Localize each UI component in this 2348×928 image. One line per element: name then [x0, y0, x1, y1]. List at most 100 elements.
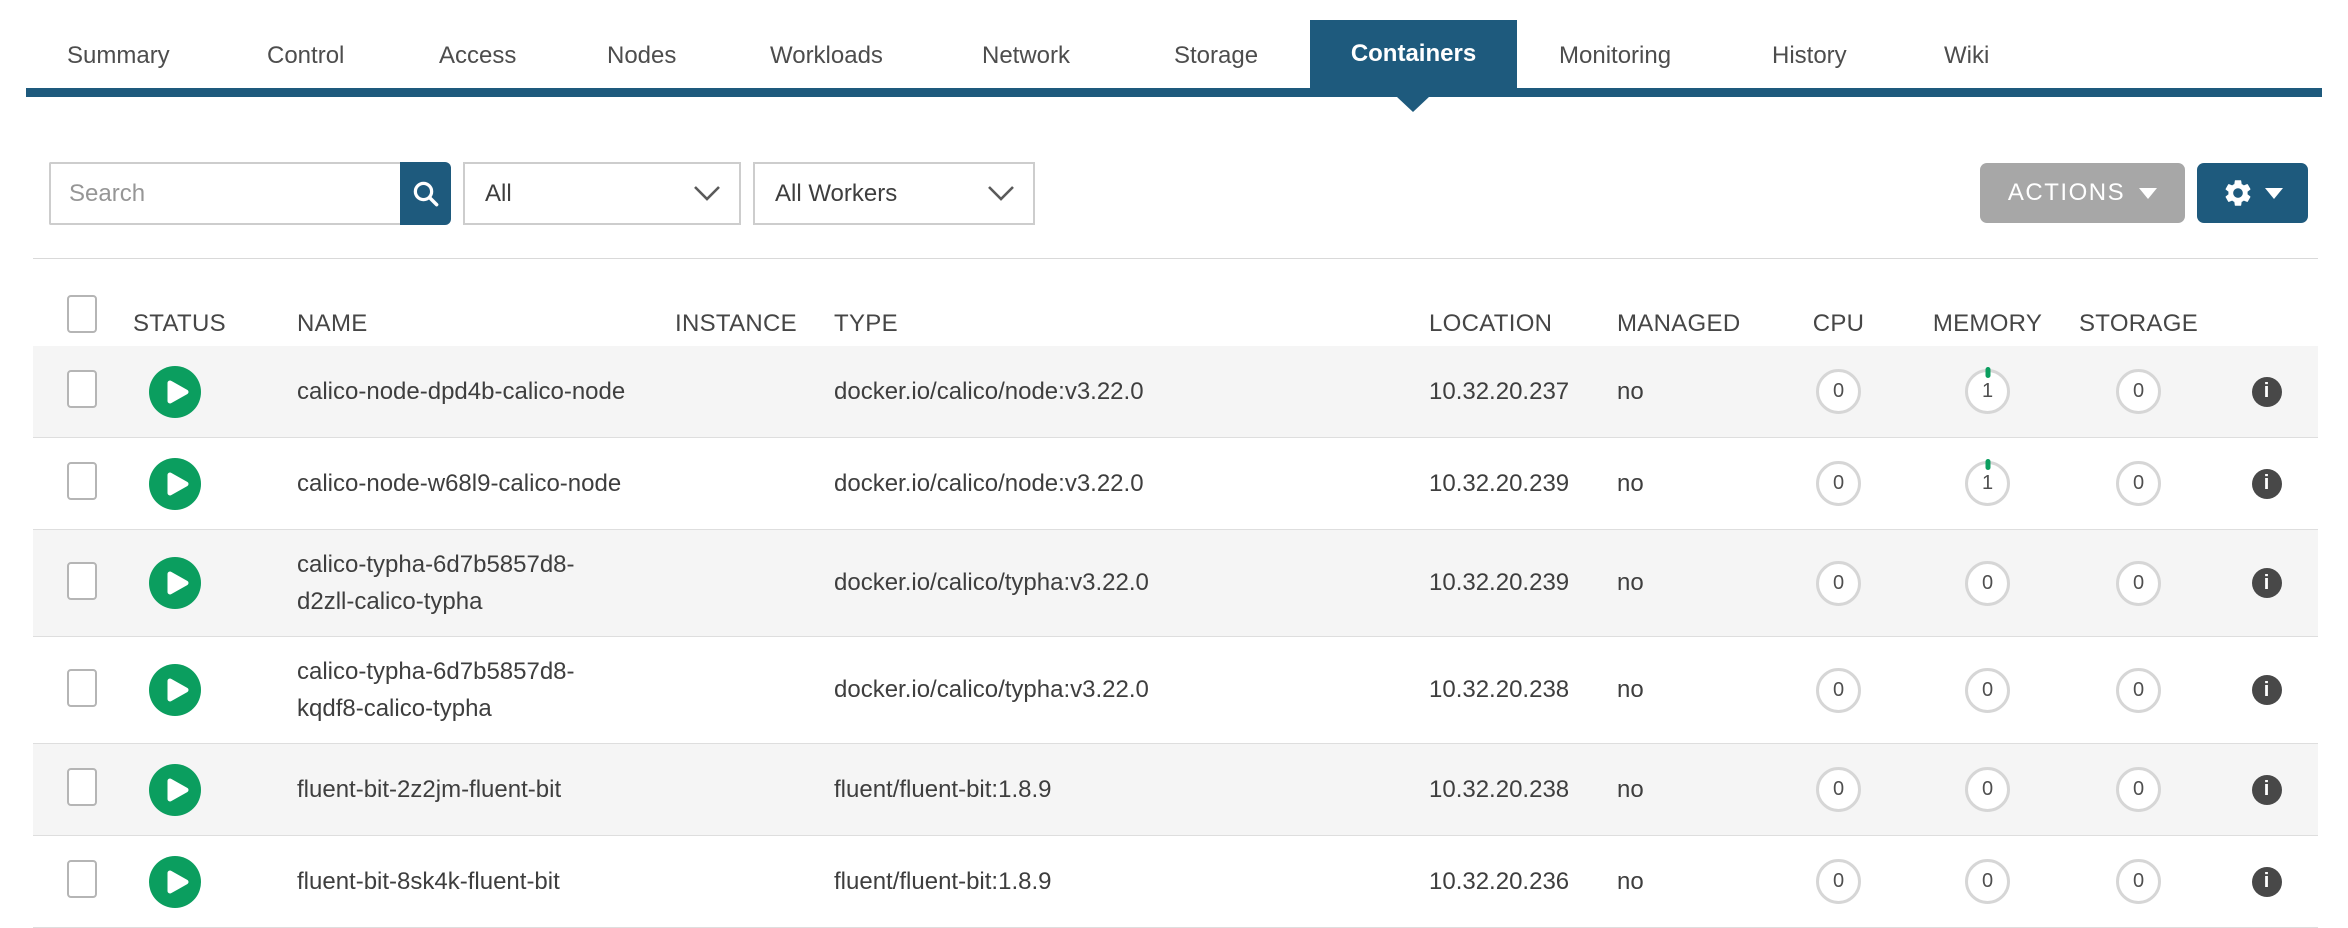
- status-running-icon[interactable]: [149, 458, 201, 510]
- info-icon[interactable]: i: [2252, 377, 2282, 407]
- cpu-badge[interactable]: 0: [1816, 369, 1861, 414]
- cpu-badge[interactable]: 0: [1816, 767, 1861, 812]
- container-managed: no: [1584, 378, 1764, 406]
- actions-button[interactable]: ACTIONS: [1980, 163, 2185, 223]
- settings-button[interactable]: [2197, 163, 2308, 223]
- row-checkbox[interactable]: [67, 860, 97, 898]
- status-running-icon[interactable]: [149, 764, 201, 816]
- container-location: 10.32.20.238: [1396, 776, 1584, 804]
- status-running-icon[interactable]: [149, 856, 201, 908]
- containers-table: STATUS NAME INSTANCE TYPE LOCATION MANAG…: [33, 258, 2318, 928]
- table-row: calico-typha-6d7b5857d8-kqdf8-calico-typ…: [33, 637, 2318, 744]
- info-icon[interactable]: i: [2252, 568, 2282, 598]
- header-managed: MANAGED: [1584, 310, 1764, 346]
- storage-badge[interactable]: 0: [2116, 859, 2161, 904]
- table-header-row: STATUS NAME INSTANCE TYPE LOCATION MANAG…: [33, 259, 2318, 346]
- container-location: 10.32.20.238: [1396, 676, 1584, 704]
- container-type: docker.io/calico/typha:v3.22.0: [801, 569, 1396, 597]
- row-checkbox[interactable]: [67, 669, 97, 707]
- storage-badge[interactable]: 0: [2116, 668, 2161, 713]
- cpu-badge[interactable]: 0: [1816, 859, 1861, 904]
- container-managed: no: [1584, 676, 1764, 704]
- header-memory: MEMORY: [1933, 310, 2042, 346]
- container-type: fluent/fluent-bit:1.8.9: [801, 868, 1396, 896]
- tab-access[interactable]: Access: [439, 42, 516, 70]
- cpu-badge[interactable]: 0: [1816, 461, 1861, 506]
- active-tab-caret: [1396, 96, 1430, 112]
- tab-network[interactable]: Network: [982, 42, 1070, 70]
- storage-badge[interactable]: 0: [2116, 369, 2161, 414]
- filter-type-value: All: [485, 180, 512, 208]
- row-checkbox[interactable]: [67, 462, 97, 500]
- tab-containers-label: Containers: [1351, 40, 1476, 68]
- info-icon[interactable]: i: [2252, 469, 2282, 499]
- cpu-badge[interactable]: 0: [1816, 668, 1861, 713]
- container-name-link[interactable]: fluent-bit-8sk4k-fluent-bit: [297, 847, 560, 916]
- header-cpu: CPU: [1813, 310, 1865, 346]
- tab-storage[interactable]: Storage: [1174, 42, 1258, 70]
- table-row: calico-node-dpd4b-calico-node docker.io/…: [33, 346, 2318, 438]
- status-running-icon[interactable]: [149, 664, 201, 716]
- row-checkbox[interactable]: [67, 562, 97, 600]
- tab-wiki[interactable]: Wiki: [1944, 42, 1989, 70]
- filter-workers-select[interactable]: All Workers: [753, 162, 1035, 225]
- tab-summary[interactable]: Summary: [67, 42, 170, 70]
- memory-badge[interactable]: 0: [1965, 767, 2010, 812]
- header-status: STATUS: [133, 310, 263, 346]
- tab-containers-active[interactable]: Containers: [1310, 20, 1517, 88]
- memory-badge[interactable]: 1: [1965, 369, 2010, 414]
- container-location: 10.32.20.239: [1396, 569, 1584, 597]
- gear-icon: [2222, 177, 2254, 209]
- caret-down-icon: [2139, 188, 2157, 199]
- header-instance: INSTANCE: [675, 310, 801, 346]
- container-location: 10.32.20.237: [1396, 378, 1584, 406]
- storage-badge[interactable]: 0: [2116, 561, 2161, 606]
- header-name: NAME: [263, 310, 675, 346]
- container-type: docker.io/calico/node:v3.22.0: [801, 378, 1396, 406]
- status-running-icon[interactable]: [149, 557, 201, 609]
- tab-workloads[interactable]: Workloads: [770, 42, 883, 70]
- container-name-link[interactable]: calico-node-dpd4b-calico-node: [297, 357, 625, 426]
- storage-badge[interactable]: 0: [2116, 767, 2161, 812]
- tab-control[interactable]: Control: [267, 42, 344, 70]
- info-icon[interactable]: i: [2252, 675, 2282, 705]
- header-storage: STORAGE: [2079, 310, 2198, 346]
- chevron-down-icon: [987, 185, 1015, 202]
- container-name-link[interactable]: fluent-bit-2z2jm-fluent-bit: [297, 755, 561, 824]
- storage-badge[interactable]: 0: [2116, 461, 2161, 506]
- container-name-link[interactable]: calico-node-w68l9-calico-node: [297, 449, 621, 518]
- caret-down-icon: [2265, 188, 2283, 199]
- select-all-checkbox[interactable]: [67, 295, 97, 333]
- container-name-link[interactable]: calico-typha-6d7b5857d8-d2zll-calico-typ…: [297, 530, 627, 636]
- container-managed: no: [1584, 470, 1764, 498]
- search-group: [49, 162, 451, 225]
- top-nav: Summary Control Access Nodes Workloads N…: [0, 0, 2348, 120]
- memory-badge[interactable]: 0: [1965, 668, 2010, 713]
- row-checkbox[interactable]: [67, 370, 97, 408]
- info-icon[interactable]: i: [2252, 775, 2282, 805]
- info-icon[interactable]: i: [2252, 867, 2282, 897]
- tab-monitoring[interactable]: Monitoring: [1559, 42, 1671, 70]
- search-button[interactable]: [400, 162, 451, 225]
- filter-type-select[interactable]: All: [463, 162, 741, 225]
- chevron-down-icon: [693, 185, 721, 202]
- actions-label: ACTIONS: [2008, 179, 2125, 207]
- header-location: LOCATION: [1396, 310, 1584, 346]
- search-input[interactable]: [49, 162, 400, 225]
- memory-badge[interactable]: 1: [1965, 461, 2010, 506]
- search-icon: [411, 179, 441, 209]
- table-row: fluent-bit-2z2jm-fluent-bit fluent/fluen…: [33, 744, 2318, 836]
- row-checkbox[interactable]: [67, 768, 97, 806]
- container-managed: no: [1584, 868, 1764, 896]
- tab-nodes[interactable]: Nodes: [607, 42, 676, 70]
- tab-history[interactable]: History: [1772, 42, 1847, 70]
- container-managed: no: [1584, 569, 1764, 597]
- container-location: 10.32.20.239: [1396, 470, 1584, 498]
- memory-badge[interactable]: 0: [1965, 859, 2010, 904]
- status-running-icon[interactable]: [149, 366, 201, 418]
- table-row: calico-typha-6d7b5857d8-d2zll-calico-typ…: [33, 530, 2318, 637]
- memory-badge[interactable]: 0: [1965, 561, 2010, 606]
- container-managed: no: [1584, 776, 1764, 804]
- cpu-badge[interactable]: 0: [1816, 561, 1861, 606]
- container-name-link[interactable]: calico-typha-6d7b5857d8-kqdf8-calico-typ…: [297, 637, 627, 743]
